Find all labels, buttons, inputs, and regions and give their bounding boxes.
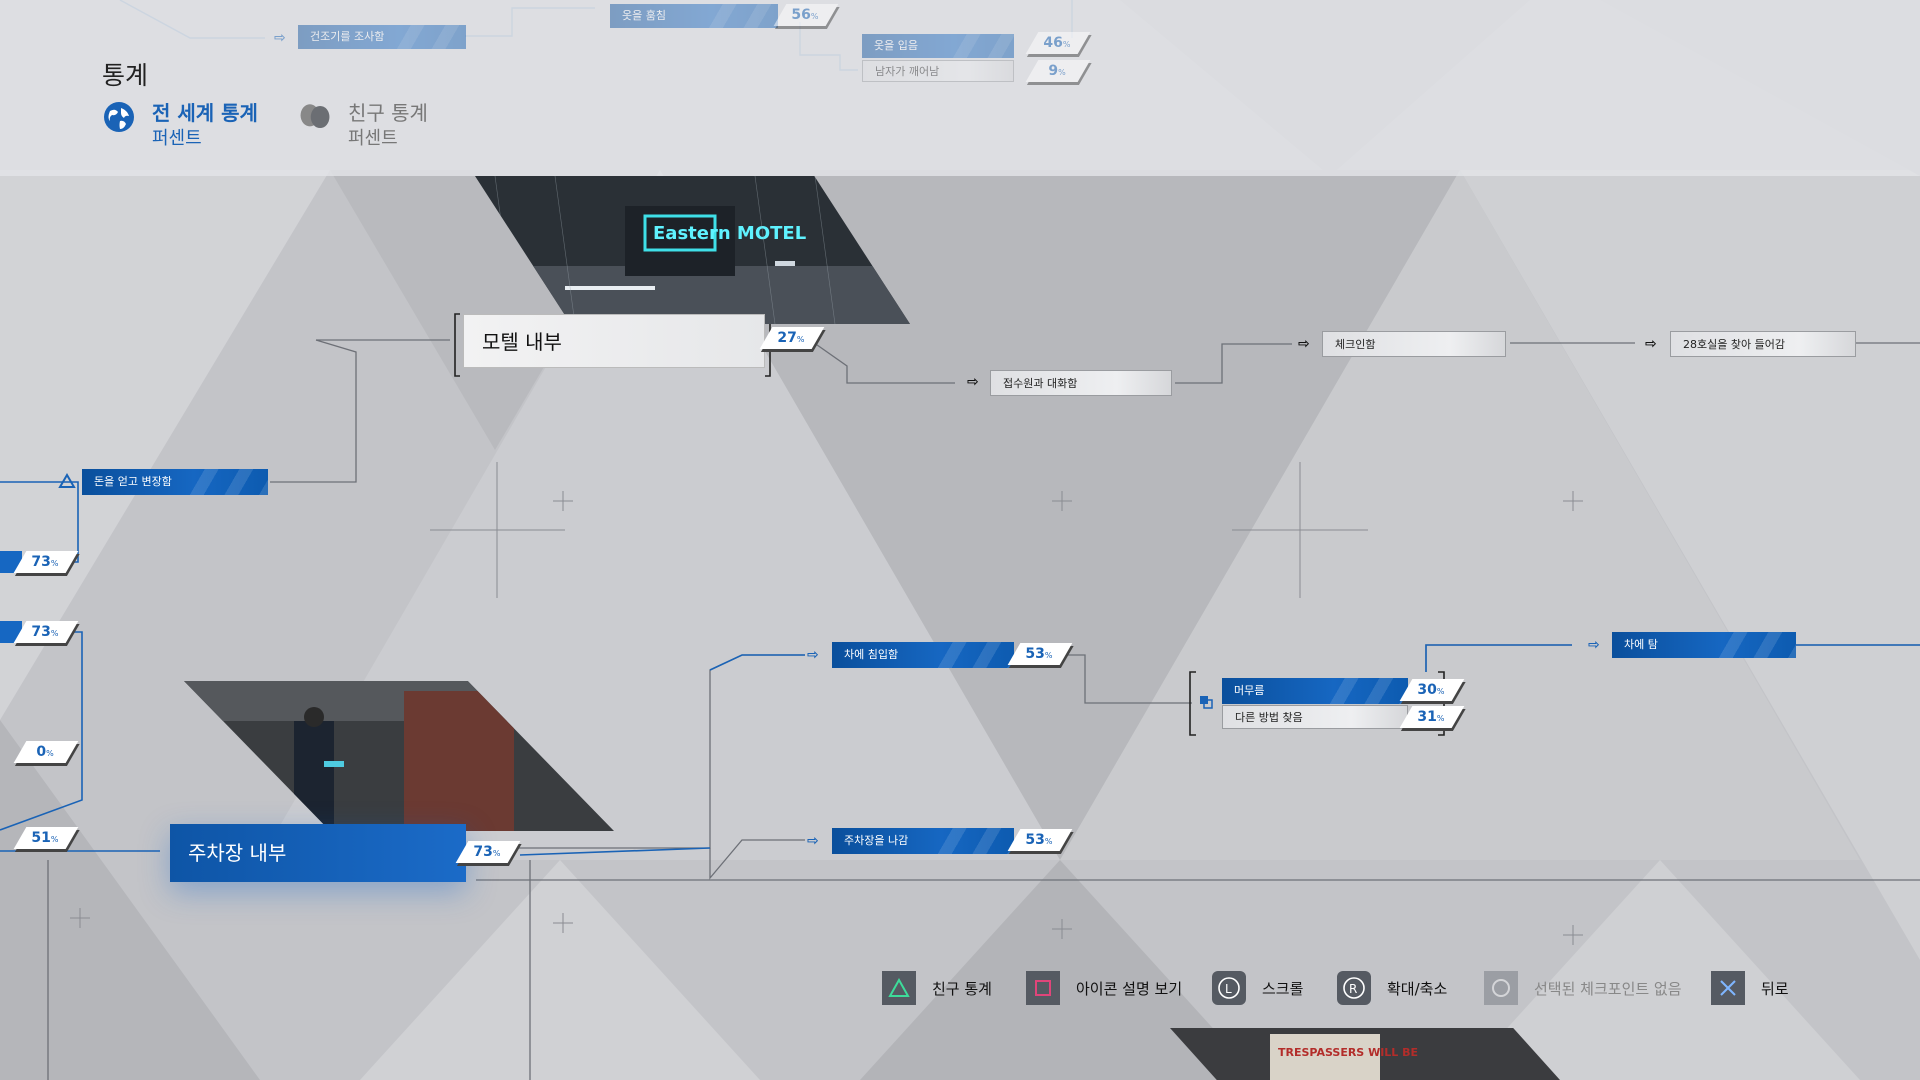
help-label: 선택된 체크포인트 없음	[1534, 979, 1682, 998]
percent-unit: %	[46, 749, 55, 758]
percent-unit: %	[1045, 651, 1053, 660]
flow-node-break-in-car[interactable]: 차에 침입함	[832, 642, 1014, 668]
percent-value: 56	[791, 7, 812, 23]
bottom-chapter-thumbnail[interactable]: TRESPASSERS WILL BE	[1170, 1028, 1560, 1080]
percent-value: 53	[1025, 646, 1046, 662]
help-label: 확대/축소	[1387, 979, 1448, 998]
flow-node-label: 체크인함	[1335, 338, 1376, 351]
flow-node-label: 차에 침입함	[844, 648, 899, 661]
flow-node-label: 돈을 얻고 변장함	[94, 475, 172, 488]
percent-value: 53	[1025, 832, 1046, 848]
flow-node-get-in-car[interactable]: 차에 탐	[1612, 632, 1796, 658]
help-back[interactable]: 뒤로	[1711, 970, 1789, 1006]
svg-text:L: L	[1225, 982, 1232, 996]
percent-value: 73	[31, 624, 52, 640]
flow-node-checkin[interactable]: 체크인함	[1322, 331, 1506, 357]
percent-unit: %	[1437, 714, 1445, 723]
motel-sign-text: Eastern MOTEL	[653, 223, 806, 244]
flow-node-label: 다른 방법 찾음	[1235, 711, 1303, 724]
help-label: 스크롤	[1262, 979, 1304, 998]
flow-node-label: 주차장을 나감	[844, 834, 909, 847]
help-friend-stats[interactable]: 친구 통계	[882, 970, 992, 1006]
percent-value: 31	[1417, 709, 1438, 725]
percent-unit: %	[1437, 687, 1445, 696]
cross-button-icon	[1711, 971, 1745, 1005]
help-label: 친구 통계	[932, 979, 992, 998]
flow-node-reception[interactable]: 접수원과 대화함	[990, 370, 1172, 396]
percent-unit: %	[1063, 40, 1071, 49]
globe-icon	[104, 102, 134, 132]
arrow-right-icon: ⇨	[1298, 336, 1310, 352]
percent-value: 51	[31, 830, 52, 846]
flow-node-label: 옷을 입음	[874, 39, 918, 52]
percent-unit: %	[1058, 68, 1067, 77]
arrow-right-icon: ⇨	[274, 30, 286, 46]
square-button-icon	[1026, 971, 1060, 1005]
percent-unit: %	[811, 12, 819, 21]
percent-value: 30	[1417, 682, 1438, 698]
flow-node-money-disguise[interactable]: 돈을 얻고 변장함	[82, 469, 268, 495]
percent-value: 46	[1043, 35, 1064, 51]
tab-friend-label: 친구 통계	[348, 101, 428, 125]
flow-node[interactable]: 옷을 입음	[862, 34, 1014, 58]
flow-node-label: 접수원과 대화함	[1003, 377, 1078, 390]
percent-value: 9	[1048, 63, 1059, 79]
arrow-right-icon: ⇨	[807, 833, 819, 849]
percent-unit: %	[51, 629, 59, 638]
tab-friend-stats[interactable]: 친구 통계 퍼센트	[298, 100, 428, 160]
help-scroll[interactable]: L 스크롤	[1212, 970, 1303, 1006]
flow-node-room[interactable]: 28호실을 찾아 들어감	[1670, 331, 1856, 357]
chapter-node-motel[interactable]: 모텔 내부	[463, 314, 765, 368]
tab-world-sub: 퍼센트	[152, 128, 202, 149]
triangle-marker-icon	[58, 473, 76, 488]
triangle-button-icon	[882, 971, 916, 1005]
flow-node-label: 머무름	[1234, 684, 1265, 697]
flow-node-label: 건조기를 조사함	[310, 30, 385, 43]
flow-node-label: 남자가 깨어남	[875, 65, 940, 78]
flow-node[interactable]: 남자가 깨어남	[862, 60, 1014, 82]
flow-node-find-other-way[interactable]: 다른 방법 찾음	[1222, 705, 1408, 729]
stats-header-panel	[0, 0, 1920, 176]
tab-world-label: 전 세계 통계	[152, 101, 258, 125]
page-title: 통계	[102, 61, 149, 90]
percent-value: 0	[36, 744, 47, 760]
flow-node-label: 28호실을 찾아 들어감	[1683, 338, 1785, 351]
circle-button-icon	[1484, 971, 1518, 1005]
arrow-right-icon: ⇨	[967, 374, 979, 390]
arrow-right-icon: ⇨	[807, 647, 819, 663]
right-stick-icon: R	[1337, 971, 1371, 1005]
help-label: 뒤로	[1761, 979, 1789, 998]
flow-node[interactable]: 건조기를 조사함	[298, 25, 466, 49]
flow-node-label: 차에 탐	[1624, 638, 1658, 651]
percent-unit: %	[493, 849, 501, 858]
arrow-right-icon: ⇨	[1588, 637, 1600, 653]
percent-value: 73	[31, 554, 52, 570]
chapter-title: 모텔 내부	[482, 330, 562, 354]
flow-node-label: 옷을 훔침	[622, 9, 666, 22]
friends-icon	[300, 104, 330, 129]
chapter-node-parking[interactable]: 주차장 내부	[170, 824, 466, 882]
percent-unit: %	[51, 559, 59, 568]
help-label: 아이콘 설명 보기	[1076, 979, 1183, 998]
percent-value: 27	[777, 330, 798, 346]
flow-node-stay[interactable]: 머무름	[1222, 678, 1408, 704]
svg-text:R: R	[1349, 982, 1357, 996]
percent-unit: %	[1045, 837, 1053, 846]
branch-choice-icon	[1200, 696, 1213, 709]
tab-friend-sub: 퍼센트	[348, 128, 398, 149]
help-zoom[interactable]: R 확대/축소	[1337, 970, 1447, 1006]
arrow-right-icon: ⇨	[1645, 336, 1657, 352]
percent-unit: %	[797, 335, 805, 344]
flow-node-leave-parking[interactable]: 주차장을 나감	[832, 828, 1014, 854]
percent-value: 73	[473, 844, 494, 860]
percent-unit: %	[51, 835, 59, 844]
help-no-checkpoint: 선택된 체크포인트 없음	[1484, 970, 1682, 1006]
left-stick-icon: L	[1212, 971, 1246, 1005]
tab-world-stats[interactable]: 전 세계 통계 퍼센트	[102, 100, 258, 160]
help-icon-legend[interactable]: 아이콘 설명 보기	[1026, 970, 1182, 1006]
chapter-title: 주차장 내부	[188, 841, 287, 865]
sign-text: TRESPASSERS WILL BE	[1278, 1046, 1418, 1059]
flow-node[interactable]: 옷을 훔침	[610, 4, 778, 28]
